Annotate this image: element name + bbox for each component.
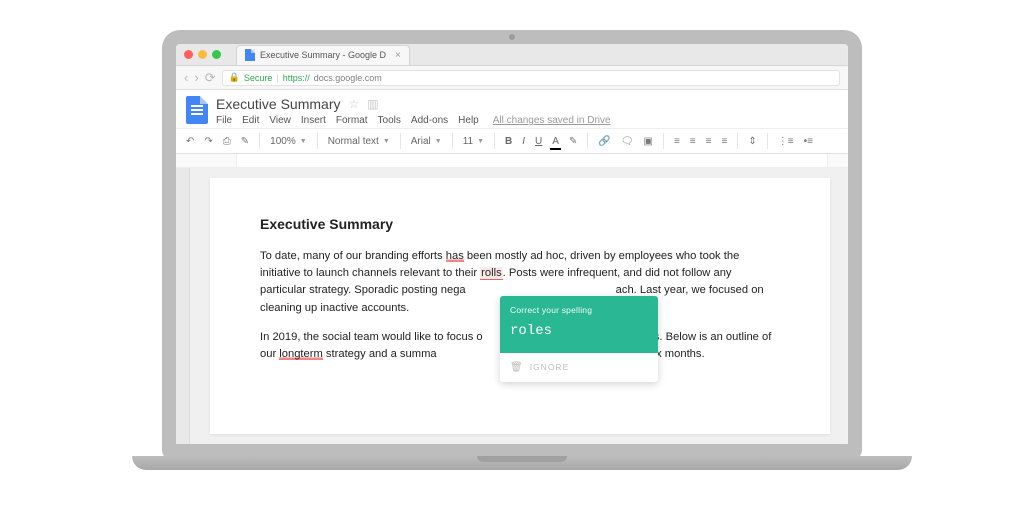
save-status: All changes saved in Drive <box>493 115 611 126</box>
nav-back-icon[interactable]: ‹ <box>184 70 188 85</box>
docs-logo-icon[interactable] <box>186 96 208 124</box>
document-page[interactable]: Executive Summary To date, many of our b… <box>210 178 830 434</box>
window-tab-strip: Executive Summary - Google D × <box>176 44 848 66</box>
text-color-button[interactable]: A <box>550 134 561 149</box>
menu-edit[interactable]: Edit <box>242 115 259 126</box>
ruler <box>176 154 848 168</box>
tab-close-icon[interactable]: × <box>395 50 401 61</box>
nav-forward-icon[interactable]: › <box>194 70 198 85</box>
menu-addons[interactable]: Add-ons <box>411 115 448 126</box>
trash-icon: 🗑 <box>510 360 524 376</box>
url-host: docs.google.com <box>314 73 382 83</box>
menu-file[interactable]: File <box>216 115 232 126</box>
suggestion-ignore[interactable]: 🗑 IGNORE <box>500 353 658 383</box>
editor-canvas: Executive Summary To date, many of our b… <box>176 168 848 444</box>
folder-icon[interactable]: ▥ <box>367 97 378 111</box>
browser-tab[interactable]: Executive Summary - Google D × <box>236 45 410 65</box>
browser-url-bar: ‹ › ⟳ 🔒 Secure | https://docs.google.com <box>176 66 848 90</box>
spelling-error-selected[interactable]: rolls <box>480 267 503 280</box>
menu-format[interactable]: Format <box>336 115 368 126</box>
suggestion-word: roles <box>510 321 648 343</box>
suggestion-accept[interactable]: Correct your spelling roles <box>500 296 658 353</box>
undo-icon[interactable]: ↶ <box>184 134 196 149</box>
font-size[interactable]: 11▼ <box>461 134 486 149</box>
document-title[interactable]: Executive Summary <box>216 96 340 112</box>
comment-icon[interactable]: 🗨 <box>619 134 636 149</box>
spelling-suggestion-popup: Correct your spelling roles 🗑 IGNORE <box>500 296 658 382</box>
bold-button[interactable]: B <box>503 134 514 149</box>
laptop-base <box>132 456 912 470</box>
italic-button[interactable]: I <box>520 134 527 149</box>
menu-help[interactable]: Help <box>458 115 479 126</box>
print-icon[interactable]: ⎙ <box>221 134 233 149</box>
zoom-dropdown[interactable]: 100%▼ <box>268 134 309 149</box>
tab-title: Executive Summary - Google D <box>260 50 386 60</box>
paint-format-icon[interactable]: ✎ <box>239 134 251 149</box>
docs-toolbar: ↶ ↷ ⎙ ✎ 100%▼ Normal text▼ Arial▼ 11▼ B … <box>176 128 848 154</box>
redo-icon[interactable]: ↷ <box>202 134 214 149</box>
address-field[interactable]: 🔒 Secure | https://docs.google.com <box>222 70 840 86</box>
screen: Executive Summary - Google D × ‹ › ⟳ 🔒 S… <box>162 30 862 460</box>
doc-heading: Executive Summary <box>260 214 780 236</box>
menu-bar: File Edit View Insert Format Tools Add-o… <box>216 115 838 126</box>
star-icon[interactable]: ☆ <box>348 97 359 111</box>
traffic-light-close[interactable] <box>184 50 193 59</box>
menu-tools[interactable]: Tools <box>378 115 401 126</box>
line-spacing-icon[interactable]: ⇕ <box>746 134 758 149</box>
numbered-list-icon[interactable]: ⋮≡ <box>776 134 796 149</box>
outline-panel[interactable] <box>176 168 190 444</box>
underline-button[interactable]: U <box>533 134 544 149</box>
align-right-icon[interactable]: ≡ <box>704 134 714 149</box>
menu-view[interactable]: View <box>269 115 291 126</box>
nav-reload-icon[interactable]: ⟳ <box>205 70 216 86</box>
traffic-light-zoom[interactable] <box>212 50 221 59</box>
traffic-light-minimize[interactable] <box>198 50 207 59</box>
grammar-error[interactable]: has <box>446 250 464 262</box>
lock-icon: 🔒 <box>229 72 240 83</box>
docs-header: Executive Summary ☆ ▥ File Edit View Ins… <box>176 90 848 128</box>
laptop-frame: Executive Summary - Google D × ‹ › ⟳ 🔒 S… <box>132 30 892 482</box>
style-dropdown[interactable]: Normal text▼ <box>326 134 392 149</box>
image-icon[interactable]: ▣ <box>642 134 655 149</box>
highlight-icon[interactable]: ✎ <box>567 134 579 149</box>
bullet-list-icon[interactable]: •≡ <box>802 134 815 149</box>
webcam-icon <box>509 34 515 40</box>
suggestion-hint: Correct your spelling <box>510 304 648 317</box>
secure-label: Secure <box>244 73 273 83</box>
link-icon[interactable]: 🔗 <box>596 134 612 149</box>
spelling-error[interactable]: longterm <box>279 348 323 360</box>
align-justify-icon[interactable]: ≡ <box>719 134 729 149</box>
align-center-icon[interactable]: ≡ <box>688 134 698 149</box>
url-protocol: https:// <box>283 73 310 83</box>
align-left-icon[interactable]: ≡ <box>672 134 682 149</box>
docs-favicon-icon <box>245 49 255 61</box>
menu-insert[interactable]: Insert <box>301 115 326 126</box>
font-dropdown[interactable]: Arial▼ <box>409 134 444 149</box>
